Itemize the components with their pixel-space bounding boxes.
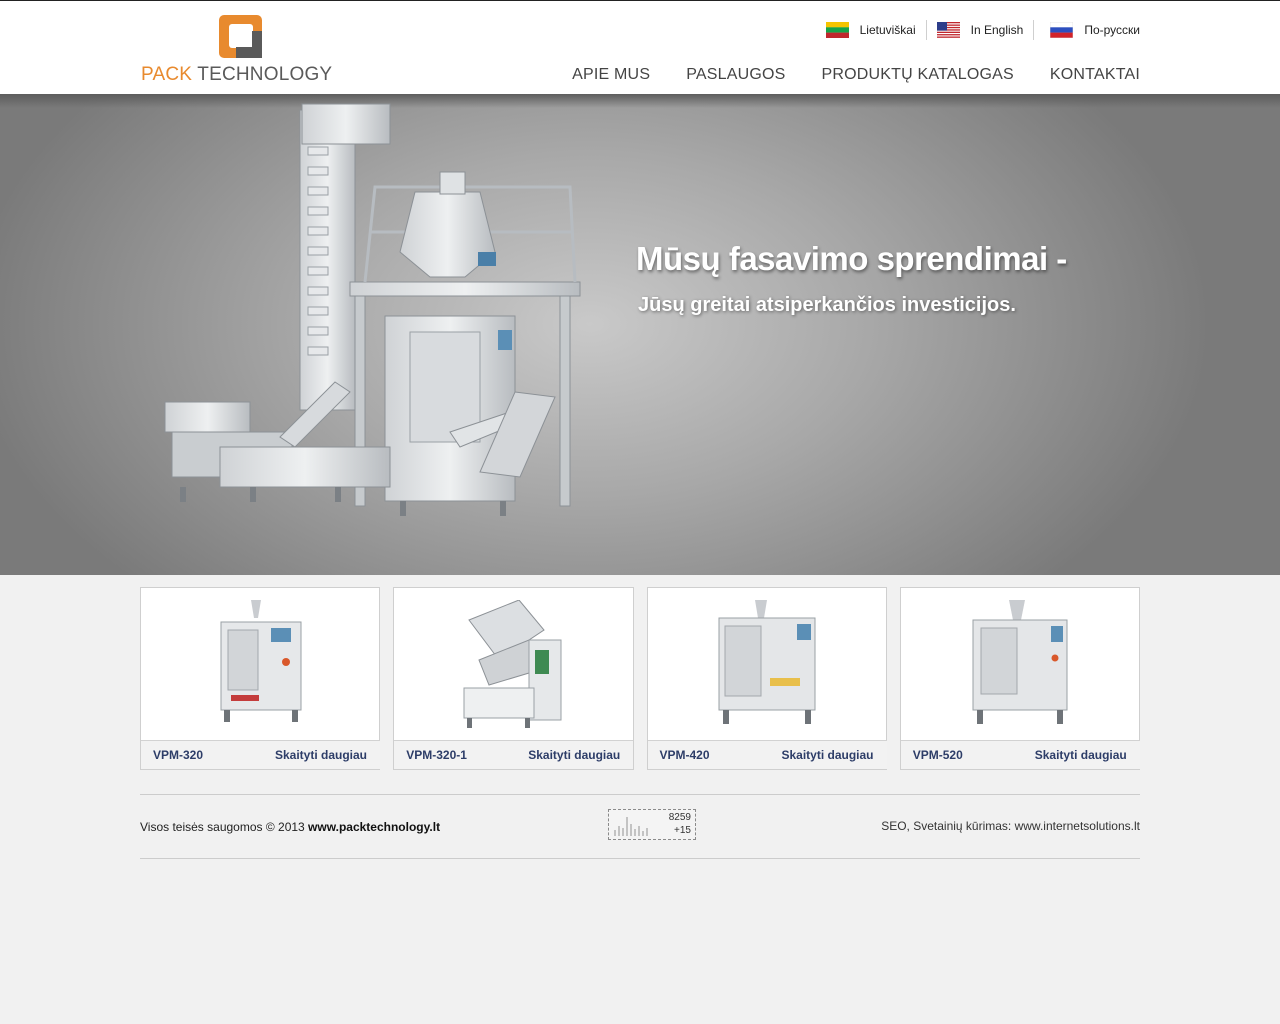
lang-english-label: In English (970, 23, 1024, 37)
product-card[interactable]: VPM-520 Skaityti daugiau (899, 587, 1140, 770)
site-link[interactable]: www.packtechnology.lt (308, 820, 440, 834)
read-more-link[interactable]: Skaityti daugiau (781, 748, 873, 762)
product-image[interactable] (901, 588, 1140, 740)
nav-kontaktai[interactable]: KONTAKTAI (1050, 66, 1140, 84)
logo-word-technology: TECHNOLOGY (197, 64, 333, 85)
copyright-text: Visos teisės saugomos © 2013 (140, 820, 309, 834)
us-flag-icon (936, 22, 960, 38)
ru-flag-icon (1050, 22, 1074, 38)
site-header: PACK TECHNOLOGY Lietuviškai In English П… (0, 1, 1280, 94)
hero-subtitle: Jūsų greitai atsiperkančios investicijos… (638, 294, 1016, 316)
product-grid: VPM-320 Skaityti daugiau VPM-320-1 Skait… (140, 587, 1140, 770)
read-more-link[interactable]: Skaityti daugiau (275, 748, 367, 762)
lang-lithuanian[interactable]: Lietuviškai (825, 22, 916, 38)
product-card[interactable]: VPM-320-1 Skaityti daugiau (393, 587, 634, 770)
product-footer: VPM-520 Skaityti daugiau (900, 740, 1140, 769)
product-card[interactable]: VPM-420 Skaityti daugiau (646, 587, 887, 770)
visitor-counter[interactable]: 8259 +15 (608, 809, 696, 840)
nav-apie-mus[interactable]: APIE MUS (572, 66, 650, 84)
product-image[interactable] (394, 588, 633, 740)
hero-title: Mūsų fasavimo sprendimai - (636, 240, 1067, 277)
footer-divider-top (140, 794, 1140, 795)
lt-flag-icon (825, 22, 849, 38)
lang-lithuanian-label: Lietuviškai (859, 23, 916, 37)
logo-word-pack: PACK (141, 64, 193, 85)
product-name: VPM-320-1 (406, 748, 467, 762)
counter-bars-icon (614, 817, 648, 836)
lang-russian-label: По-русски (1084, 23, 1140, 37)
vpm-520-machine-image (972, 600, 1068, 724)
product-footer: VPM-320 Skaityti daugiau (141, 740, 380, 769)
lang-russian[interactable]: По-русски (1050, 22, 1140, 38)
vpm-420-machine-image (718, 600, 816, 724)
nav-paslaugos[interactable]: PASLAUGOS (686, 66, 785, 84)
vpm-320-machine-image (220, 600, 301, 722)
read-more-link[interactable]: Skaityti daugiau (528, 748, 620, 762)
product-footer: VPM-420 Skaityti daugiau (647, 740, 887, 769)
lang-separator (925, 20, 927, 40)
product-image[interactable] (648, 588, 887, 740)
read-more-link[interactable]: Skaityti daugiau (1035, 748, 1127, 762)
counter-today: +15 (674, 825, 691, 836)
packaging-machine-illustration (164, 103, 581, 516)
footer-divider-bottom (140, 858, 1140, 859)
seo-credit[interactable]: SEO, Svetainių kūrimas: www.internetsolu… (881, 819, 1140, 833)
product-name: VPM-420 (659, 748, 710, 762)
product-image[interactable] (141, 588, 380, 740)
product-name: VPM-520 (912, 748, 963, 762)
copyright: Visos teisės saugomos © 2013 www.packtec… (140, 820, 440, 834)
main-nav: APIE MUS PASLAUGOS PRODUKTŲ KATALOGAS KO… (572, 66, 1140, 84)
product-card[interactable]: VPM-320 Skaityti daugiau (140, 587, 381, 770)
lang-separator (1033, 20, 1035, 40)
language-switcher: Lietuviškai In English По-русски (825, 19, 1140, 41)
product-footer: VPM-320-1 Skaityti daugiau (394, 740, 634, 769)
vpm-320-1-machine-image (463, 600, 562, 728)
logo-wordmark: PACK TECHNOLOGY (141, 64, 332, 86)
lang-english[interactable]: In English (936, 22, 1024, 38)
nav-produktu-katalogas[interactable]: PRODUKTŲ KATALOGAS (822, 66, 1014, 84)
hero-banner: Mūsų fasavimo sprendimai - Jūsų greitai … (0, 94, 1280, 575)
pack-technology-logo[interactable]: PACK TECHNOLOGY (141, 15, 351, 87)
product-name: VPM-320 (153, 748, 204, 762)
logo-mark-icon (219, 15, 262, 58)
counter-total: 8259 (668, 812, 691, 823)
